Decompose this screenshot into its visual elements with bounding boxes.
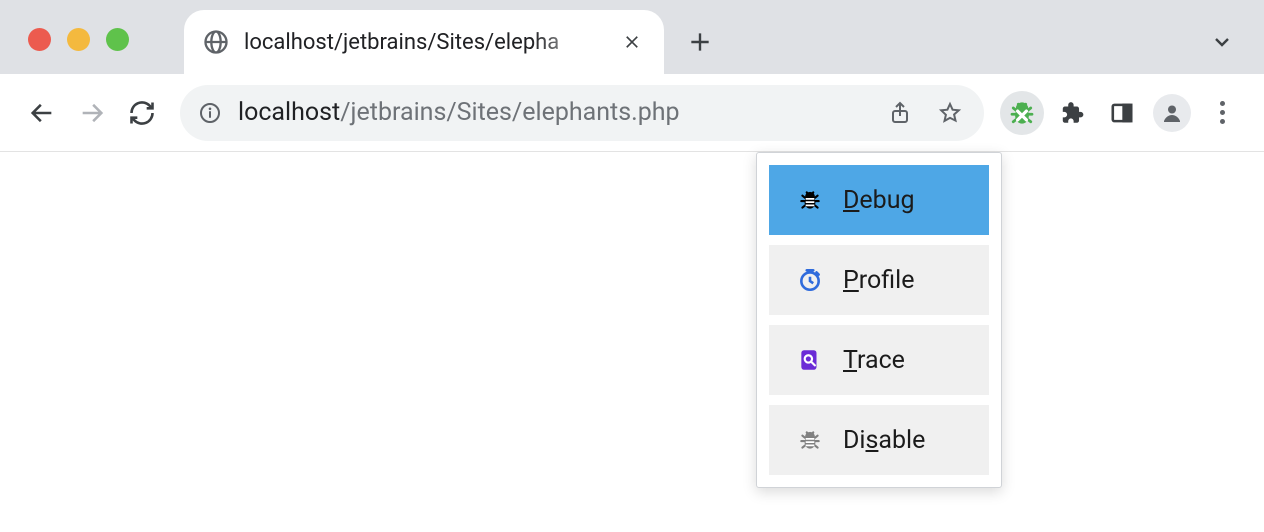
xdebug-option-trace[interactable]: Trace [769,325,989,395]
bug-icon [795,185,825,215]
side-panel-button[interactable] [1100,91,1144,135]
window-minimize-button[interactable] [67,28,90,51]
window-controls [28,28,129,51]
bug-icon [795,425,825,455]
xdebug-option-debug[interactable]: Debug [769,165,989,235]
bookmark-star-icon[interactable] [932,95,968,131]
avatar-icon [1153,94,1191,132]
new-tab-button[interactable] [676,18,724,66]
reload-button[interactable] [120,91,164,135]
site-info-icon[interactable] [196,99,224,127]
forward-button[interactable] [70,91,114,135]
xdebug-popup: Debug Profile Trace Disable [756,152,1002,488]
tab-strip: localhost/jetbrains/Sites/elepha [0,0,1264,74]
url-host: localhost [238,98,340,127]
xdebug-option-disable[interactable]: Disable [769,405,989,475]
page-content: Debug Profile Trace Disable [0,152,1264,532]
browser-tab[interactable]: localhost/jetbrains/Sites/elepha [184,10,664,74]
window-close-button[interactable] [28,28,51,51]
url-path: /jetbrains/Sites/elephants.php [340,98,679,127]
browser-menu-button[interactable] [1200,91,1244,135]
xdebug-option-label: Disable [843,426,925,455]
back-button[interactable] [20,91,64,135]
search-icon [795,345,825,375]
clock-icon [795,265,825,295]
kebab-icon [1220,101,1225,124]
xdebug-option-label: Debug [843,186,915,215]
tab-title: localhost/jetbrains/Sites/elepha [244,30,604,55]
xdebug-option-profile[interactable]: Profile [769,245,989,315]
xdebug-option-label: Profile [843,266,914,295]
profile-button[interactable] [1150,91,1194,135]
window-maximize-button[interactable] [106,28,129,51]
url-text: localhost/jetbrains/Sites/elephants.php [238,98,868,127]
share-icon[interactable] [882,95,918,131]
tab-close-button[interactable] [618,28,646,56]
tab-overflow-button[interactable] [1210,30,1234,58]
address-bar[interactable]: localhost/jetbrains/Sites/elephants.php [180,85,984,141]
globe-icon [202,28,230,56]
xdebug-extension-button[interactable] [1000,91,1044,135]
extensions-button[interactable] [1050,91,1094,135]
browser-toolbar: localhost/jetbrains/Sites/elephants.php [0,74,1264,152]
xdebug-option-label: Trace [843,346,905,375]
